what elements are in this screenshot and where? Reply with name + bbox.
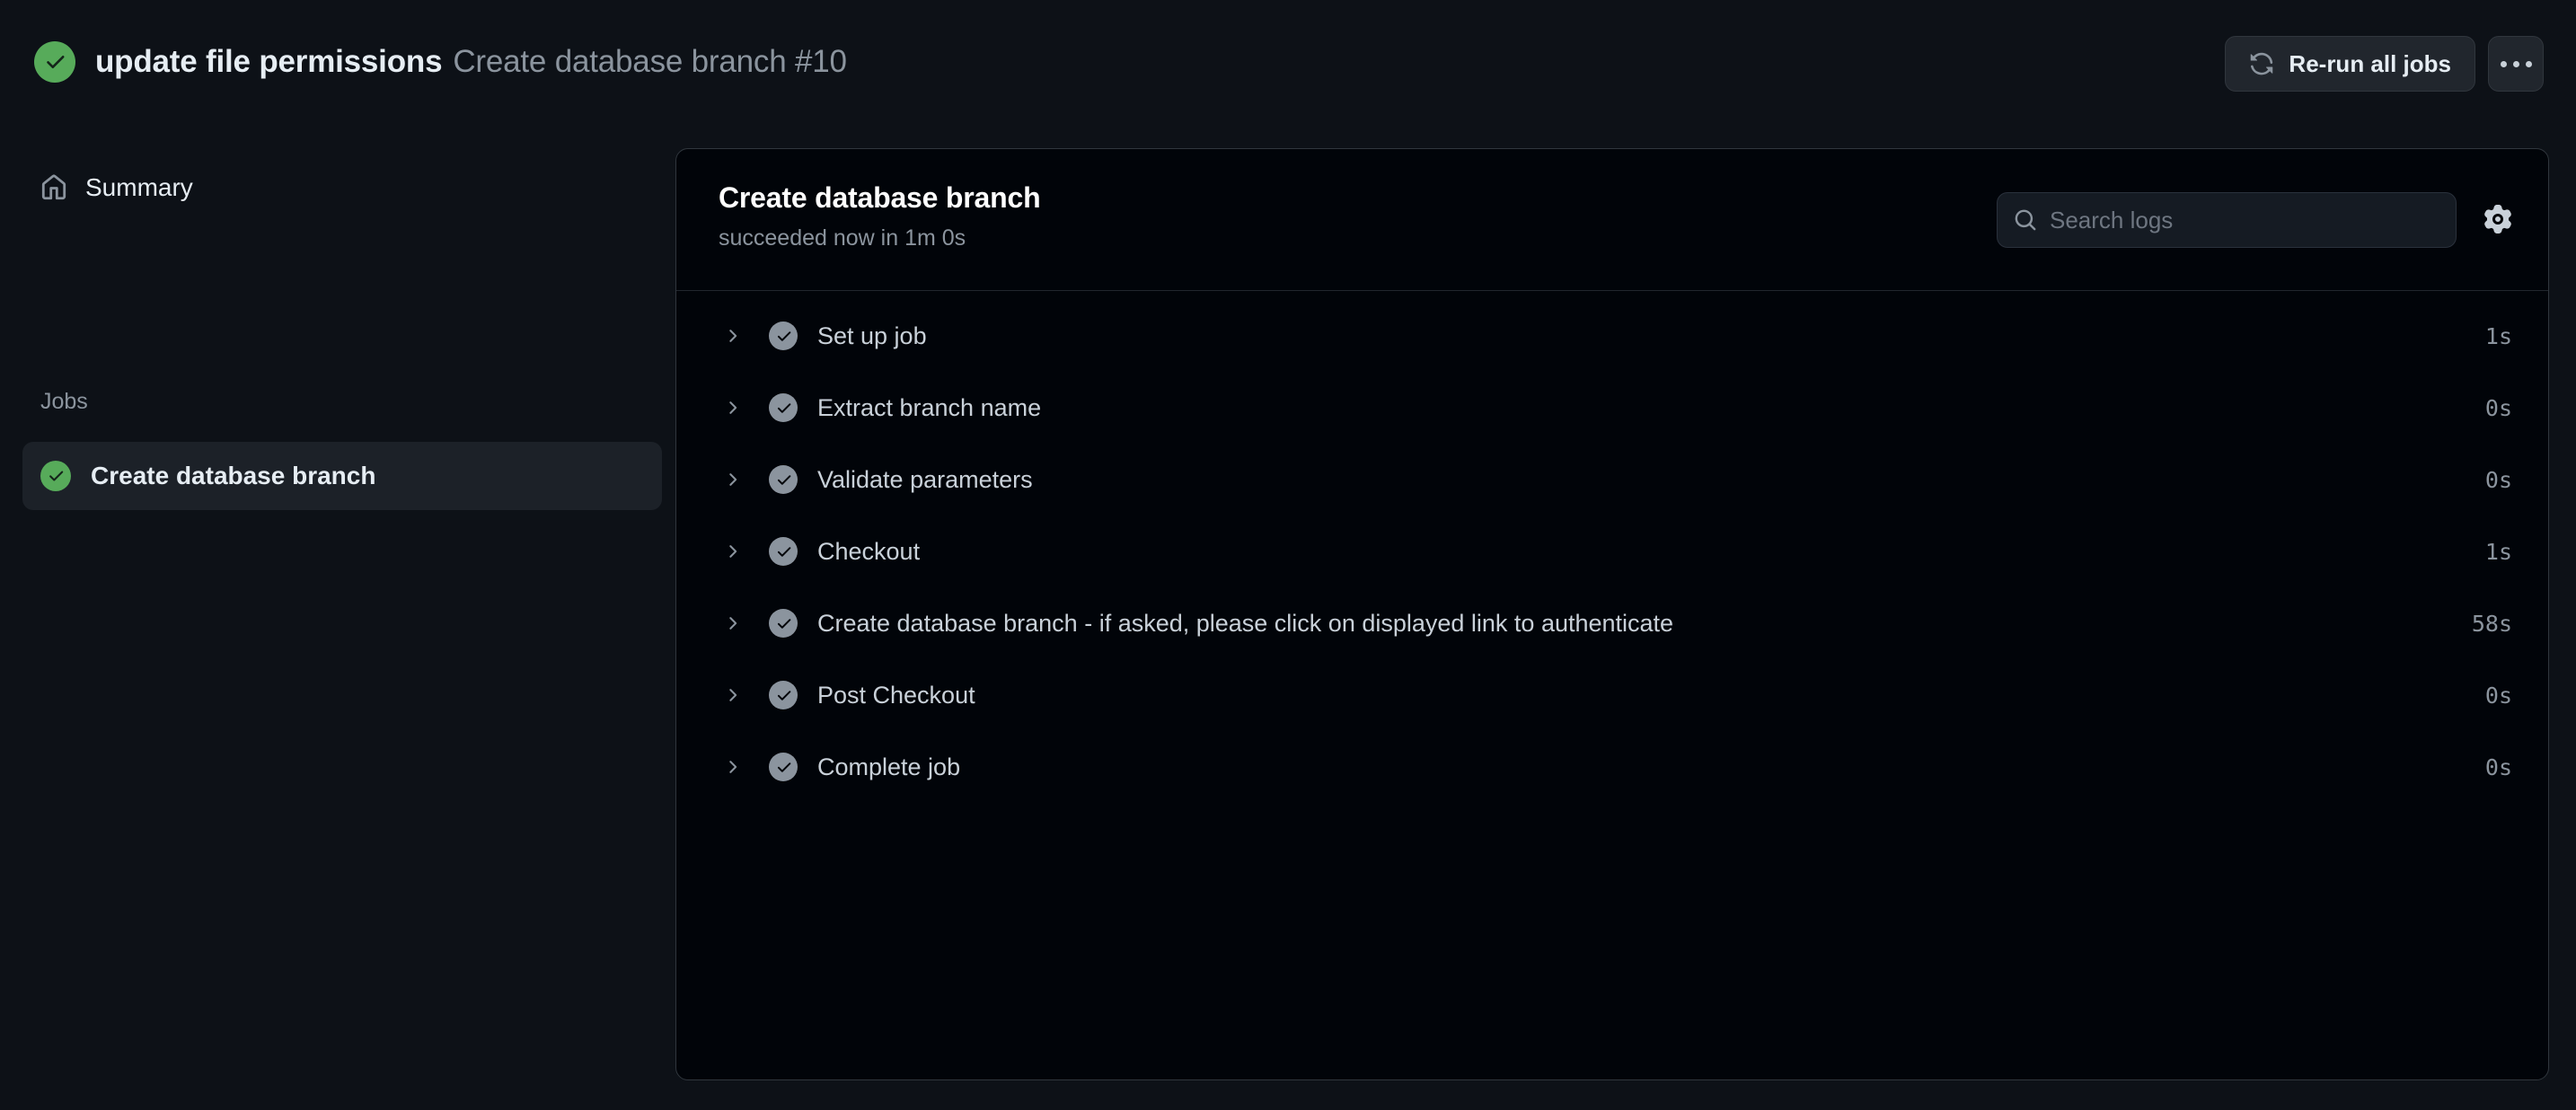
job-title: Create database branch (719, 181, 1041, 214)
top-bar: update file permissions Create database … (0, 0, 2576, 135)
chevron-right-icon[interactable] (719, 685, 745, 705)
rerun-all-jobs-button[interactable]: Re-run all jobs (2225, 36, 2475, 92)
step-row[interactable]: Create database branch - if asked, pleas… (676, 587, 2548, 659)
step-name: Checkout (817, 537, 921, 565)
chevron-right-icon[interactable] (719, 542, 745, 561)
check-circle-gray-icon (769, 753, 798, 781)
chevron-right-icon[interactable] (719, 613, 745, 633)
check-circle-gray-icon (769, 537, 798, 566)
search-logs-container[interactable] (1997, 192, 2457, 248)
job-log-header: Create database branch succeeded now in … (676, 149, 2548, 291)
step-row[interactable]: Extract branch name 0s (676, 372, 2548, 444)
sidebar-item-summary-label: Summary (85, 173, 193, 201)
top-bar-actions: Re-run all jobs (2225, 36, 2544, 92)
step-name: Extract branch name (817, 393, 1042, 421)
step-duration: 0s (2484, 682, 2512, 709)
step-row[interactable]: Checkout 1s (676, 515, 2548, 587)
check-circle-gray-icon (769, 609, 798, 638)
run-header: update file permissions Create database … (34, 41, 847, 83)
check-circle-gray-icon (769, 322, 798, 350)
search-icon (2014, 208, 2037, 232)
log-settings-button[interactable] (2475, 196, 2521, 242)
step-row[interactable]: Post Checkout 0s (676, 659, 2548, 731)
check-circle-gray-icon (769, 465, 798, 494)
run-name: update file permissions (95, 44, 443, 79)
sidebar-section-jobs-title: Jobs (40, 389, 88, 414)
job-log-panel: Create database branch succeeded now in … (675, 148, 2549, 1080)
step-row[interactable]: Set up job 1s (676, 300, 2548, 372)
home-icon (40, 174, 67, 201)
kebab-dot (2500, 60, 2507, 67)
sidebar-item-job-label: Create database branch (91, 462, 376, 489)
step-duration: 58s (2471, 610, 2512, 637)
page-title: update file permissions Create database … (95, 44, 847, 80)
kebab-dot (2525, 60, 2532, 67)
step-duration: 1s (2484, 322, 2512, 349)
step-name: Post Checkout (817, 681, 975, 709)
more-options-button[interactable] (2488, 36, 2544, 92)
step-name: Create database branch - if asked, pleas… (817, 609, 1674, 637)
sync-icon (2249, 51, 2274, 76)
chevron-right-icon[interactable] (719, 470, 745, 489)
gear-icon (2483, 205, 2512, 233)
kebab-dot (2512, 60, 2519, 67)
job-status-text: succeeded now in 1m 0s (719, 225, 966, 251)
sidebar-item-summary[interactable]: Summary (22, 160, 651, 216)
chevron-right-icon[interactable] (719, 398, 745, 418)
step-row[interactable]: Complete job 0s (676, 731, 2548, 803)
sidebar-item-create-database-branch[interactable]: Create database branch (22, 442, 662, 510)
rerun-all-jobs-label: Re-run all jobs (2289, 49, 2451, 77)
search-logs-input[interactable] (2050, 206, 2439, 234)
chevron-right-icon[interactable] (719, 757, 745, 777)
chevron-right-icon[interactable] (719, 326, 745, 346)
check-circle-gray-icon (769, 681, 798, 709)
step-name: Validate parameters (817, 465, 1033, 493)
step-duration: 1s (2484, 538, 2512, 565)
check-circle-gray-icon (769, 393, 798, 422)
check-circle-green-icon (34, 41, 75, 83)
kebab-horizontal-icon (2500, 60, 2532, 67)
check-circle-green-icon (40, 461, 71, 491)
step-list: Set up job 1s Extract branch name 0s Val… (676, 291, 2548, 803)
step-name: Complete job (817, 753, 961, 780)
step-duration: 0s (2484, 753, 2512, 780)
step-duration: 0s (2484, 466, 2512, 493)
run-workflow-label: Create database branch #10 (453, 44, 847, 79)
step-name: Set up job (817, 322, 927, 349)
sidebar: Summary Jobs Create database branch (0, 135, 675, 1110)
step-duration: 0s (2484, 394, 2512, 421)
step-row[interactable]: Validate parameters 0s (676, 444, 2548, 515)
